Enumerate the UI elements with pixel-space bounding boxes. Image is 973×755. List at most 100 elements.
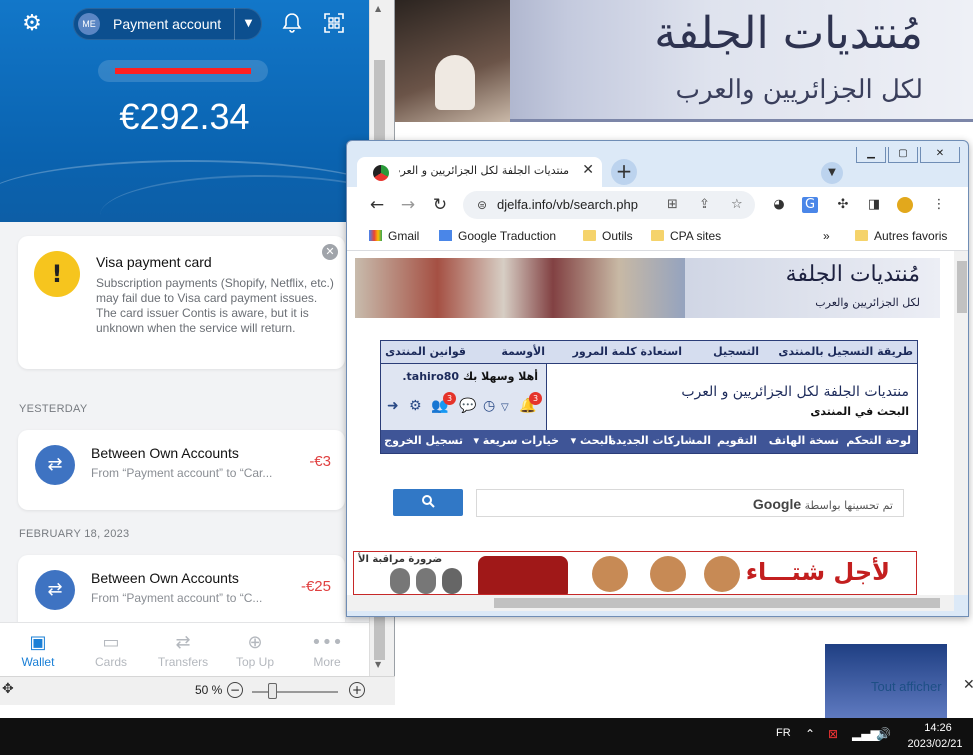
translate-icon[interactable]: ⊞ <box>667 197 678 212</box>
bookmarks-overflow-chevron-icon[interactable]: » <box>823 229 830 243</box>
forum-banner: مُنتديات الجلفة لكل الجزائريين والعرب <box>355 258 940 318</box>
settings-gear-icon[interactable]: ⚙ <box>19 11 45 37</box>
input-language[interactable]: FR <box>776 727 791 739</box>
forum-logo-subtitle: لكل الجزائريين والعرب <box>815 296 920 309</box>
bookmark-star-icon[interactable]: ☆ <box>731 197 743 212</box>
section-label-yesterday: YESTERDAY <box>19 403 88 415</box>
google-translate-extension-icon[interactable]: G <box>802 197 818 213</box>
scrollbar-thumb[interactable] <box>957 261 967 313</box>
bookmark-google-traduction[interactable]: Google Traduction <box>439 229 556 243</box>
ad-logo <box>478 556 568 594</box>
bar-mobile-version[interactable]: نسخة الهاتف <box>769 434 839 447</box>
google-search-button[interactable] <box>393 489 463 516</box>
download-bar-close-icon[interactable]: ✕ <box>963 677 973 693</box>
reload-icon[interactable]: ↻ <box>428 193 452 217</box>
iban-pill[interactable] <box>98 60 268 82</box>
chevron-down-icon[interactable]: ▽ <box>501 402 509 413</box>
tout-afficher-link[interactable]: Tout afficher <box>871 679 942 694</box>
clock-time[interactable]: 14:26 <box>908 722 968 734</box>
bookmarks-bar: Gmail Google Traduction Outils CPA sites… <box>347 223 968 251</box>
new-tab-button[interactable]: + <box>611 159 637 185</box>
zoom-out-button[interactable]: − <box>227 682 243 698</box>
tab-search-chevron-icon[interactable]: ▼ <box>821 162 843 184</box>
tab-cards[interactable]: ▭ Cards <box>75 623 147 676</box>
scrollbar-thumb[interactable] <box>494 598 940 608</box>
bar-logout[interactable]: تسجيل الخروج <box>384 434 463 447</box>
network-error-icon[interactable]: ⊠ <box>828 727 838 741</box>
transaction-amount: -€25 <box>300 578 331 595</box>
nav-register[interactable]: التسجيل <box>713 345 759 358</box>
extensions-puzzle-icon[interactable]: ✣ <box>835 197 851 213</box>
bookmark-gmail[interactable]: Gmail <box>369 229 419 243</box>
address-bar[interactable]: ⊜ djelfa.info/vb/search.php ⊞ ⇪ ☆ <box>463 191 755 219</box>
page-vertical-scrollbar[interactable] <box>954 251 968 595</box>
site-info-icon[interactable]: ⊜ <box>473 196 491 214</box>
top-up-icon: ⊕ <box>247 632 263 653</box>
browser-toolbar: ← → ↻ ⊜ djelfa.info/vb/search.php ⊞ ⇪ ☆ … <box>347 187 968 223</box>
extension-eye-icon[interactable]: ◕ <box>771 197 787 213</box>
nav-forum-rules[interactable]: قوانين المنتدى <box>385 345 466 358</box>
bookmark-cpa-sites[interactable]: CPA sites <box>651 229 721 243</box>
tray-chevron-up-icon[interactable]: ⌃ <box>805 727 815 741</box>
zoom-bar: ✥ 50 % − + <box>0 676 395 705</box>
nav-recover-password[interactable]: استعادة كلمة المرور <box>573 345 682 358</box>
nav-badges[interactable]: الأوسمة <box>501 345 545 358</box>
nav-registration-guide[interactable]: طريقة التسجيل بالمنتدى <box>778 345 913 358</box>
bar-calendar[interactable]: التقويم <box>717 434 757 447</box>
tab-wallet[interactable]: ▣ Wallet <box>2 623 74 676</box>
bar-quick-options[interactable]: خيارات سريعة ▾ <box>473 434 559 447</box>
account-selector[interactable]: ME Payment account ▼ <box>73 8 262 40</box>
transaction-row[interactable]: ⇄ Between Own Accounts From “Payment acc… <box>18 430 345 510</box>
browser-tab[interactable]: منتديات الجلفة لكل الجزائريين و العرب - … <box>357 157 602 187</box>
bar-search[interactable]: البحث ▾ <box>571 434 612 447</box>
qr-scan-icon[interactable] <box>321 11 347 37</box>
settings-gear-icon[interactable]: ⚙ <box>409 398 422 414</box>
tab-transfers[interactable]: ⇄ Transfers <box>147 623 219 676</box>
forum-title-link[interactable]: منتديات الجلفة لكل الجزائريين و العرب <box>681 384 909 400</box>
balance-header: ⚙ ME Payment account ▼ €292.34 <box>0 0 369 222</box>
forward-arrow-icon[interactable]: → <box>396 193 420 217</box>
share-icon[interactable]: ⇪ <box>699 197 710 212</box>
profile-avatar[interactable] <box>897 197 913 213</box>
messages-icon[interactable]: 💬 <box>459 398 476 414</box>
move-icon[interactable]: ✥ <box>2 681 14 697</box>
zoom-in-button[interactable]: + <box>349 682 365 698</box>
menu-kebab-icon[interactable]: ⋮ <box>931 197 947 213</box>
more-icon: ••• <box>311 632 343 653</box>
forum-top-nav: طريقة التسجيل بالمنتدى التسجيل استعادة ك… <box>381 341 917 364</box>
back-arrow-icon[interactable]: ← <box>365 193 389 217</box>
exchange-icon: ⇄ <box>35 445 75 485</box>
bookmark-outils[interactable]: Outils <box>583 229 633 243</box>
folder-icon <box>583 230 596 241</box>
banner-photo <box>395 0 510 122</box>
close-icon[interactable]: ✕ <box>322 244 338 260</box>
notification-bell-icon[interactable] <box>279 11 305 37</box>
site-favicon-icon <box>373 165 389 181</box>
ad-left-text: ضرورة مراقبة الأ <box>358 554 443 565</box>
tab-close-icon[interactable]: ✕ <box>582 162 594 178</box>
balance-amount: €292.34 <box>119 96 250 137</box>
page-horizontal-scrollbar[interactable] <box>347 595 954 611</box>
cards-icon: ▭ <box>102 632 120 653</box>
tab-top-up[interactable]: ⊕ Top Up <box>219 623 291 676</box>
scroll-up-icon[interactable]: ▲ <box>375 4 381 13</box>
clock-date[interactable]: 2023/02/21 <box>900 738 970 750</box>
google-search-input[interactable]: تم تحسينها بواسطة Google <box>476 489 904 517</box>
tab-more[interactable]: ••• More <box>291 623 363 676</box>
zoom-slider-track[interactable] <box>252 691 338 693</box>
chevron-down-icon[interactable]: ▼ <box>234 8 262 40</box>
bar-new-posts[interactable]: المشاركات الجديدة <box>609 434 711 447</box>
side-panel-icon[interactable]: ◨ <box>866 197 882 213</box>
username-link[interactable]: tahiro80. <box>402 370 459 383</box>
page-viewport: مُنتديات الجلفة لكل الجزائريين والعرب طر… <box>347 251 954 595</box>
zoom-slider-thumb[interactable] <box>268 683 277 699</box>
logout-icon[interactable]: ➜ <box>387 398 399 414</box>
volume-icon[interactable]: 🔊 <box>876 727 891 741</box>
forum-search-label[interactable]: البحث في المنتدى <box>810 405 909 418</box>
ad-banner[interactable]: ضرورة مراقبة الأ لأجل شتـــاء <box>353 551 917 595</box>
bookmark-autres-favoris[interactable]: Autres favoris <box>855 229 947 243</box>
clock-icon[interactable]: ◷ <box>483 398 495 414</box>
scroll-down-icon[interactable]: ▼ <box>375 660 381 669</box>
friend-requests-badge: 3 <box>443 392 456 405</box>
bar-control-panel[interactable]: لوحة التحكم <box>846 434 911 447</box>
